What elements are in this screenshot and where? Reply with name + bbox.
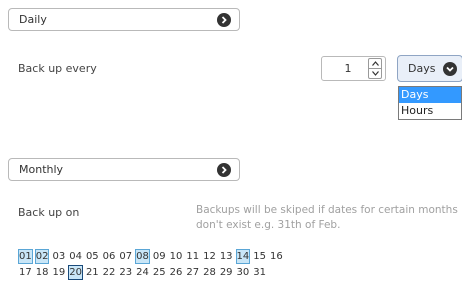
daily-frequency-value: Daily (19, 13, 47, 26)
day-option-31[interactable]: 31 (252, 265, 267, 280)
up-down-arrows-icon[interactable] (368, 58, 382, 79)
chevron-right-circle-icon (217, 162, 231, 177)
interval-unit-dropdown: Days Hours (398, 86, 462, 120)
decrement-arrow-icon[interactable] (369, 68, 381, 78)
day-option-16[interactable]: 16 (269, 249, 284, 264)
day-option-08[interactable]: 08 (135, 249, 150, 264)
day-option-15[interactable]: 15 (252, 249, 267, 264)
day-option-23[interactable]: 23 (118, 265, 133, 280)
monthly-frequency-value: Monthly (19, 163, 64, 176)
day-row: 17 18 19 20 21 22 23 24 25 26 27 28 29 30 31 (18, 265, 338, 281)
day-option-28[interactable]: 28 (202, 265, 217, 280)
day-option-06[interactable]: 06 (102, 249, 117, 264)
day-option-27[interactable]: 27 (185, 265, 200, 280)
day-option-02[interactable]: 02 (34, 249, 50, 264)
day-option-30[interactable]: 30 (236, 265, 251, 280)
day-option-10[interactable]: 10 (169, 249, 184, 264)
day-option-04[interactable]: 04 (68, 249, 83, 264)
monthly-hint-text: Backups will be skiped if dates for cert… (196, 203, 462, 233)
back-up-on-label: Back up on (18, 206, 80, 219)
day-option-09[interactable]: 09 (152, 249, 167, 264)
day-option-14[interactable]: 14 (235, 249, 251, 264)
chevron-down-circle-icon (443, 61, 457, 76)
day-option-12[interactable]: 12 (202, 249, 217, 264)
increment-arrow-icon[interactable] (369, 59, 381, 68)
interval-unit-select[interactable]: Days (397, 55, 462, 82)
day-option-22[interactable]: 22 (102, 265, 117, 280)
hint-line-2: don't exist e.g. 31th of Feb. (196, 219, 341, 231)
day-row: 01 02 03 04 05 06 07 08 09 10 11 12 13 14 15 16 (18, 249, 338, 265)
day-of-month-picker: 01 02 03 04 05 06 07 08 09 10 11 12 13 14 15 16 17 18 19 20… (18, 249, 338, 281)
day-option-24[interactable]: 24 (135, 265, 150, 280)
day-option-05[interactable]: 05 (85, 249, 100, 264)
day-option-25[interactable]: 25 (152, 265, 167, 280)
day-option-13[interactable]: 13 (219, 249, 234, 264)
day-option-03[interactable]: 03 (51, 249, 66, 264)
day-option-01[interactable]: 01 (18, 249, 33, 264)
daily-frequency-select[interactable]: Daily (8, 8, 240, 31)
hint-line-1: Backups will be skiped if dates for cert… (196, 204, 458, 216)
chevron-right-circle-icon (217, 12, 231, 27)
interval-value: 1 (344, 62, 352, 75)
day-option-17[interactable]: 17 (18, 265, 33, 280)
back-up-every-label: Back up every (18, 62, 97, 75)
day-option-29[interactable]: 29 (219, 265, 234, 280)
unit-option-days[interactable]: Days (399, 87, 461, 103)
day-option-21[interactable]: 21 (85, 265, 100, 280)
interval-stepper[interactable]: 1 (321, 56, 386, 81)
monthly-frequency-select[interactable]: Monthly (8, 158, 240, 181)
day-option-26[interactable]: 26 (169, 265, 184, 280)
unit-option-hours[interactable]: Hours (399, 103, 461, 119)
day-option-18[interactable]: 18 (35, 265, 50, 280)
day-option-20[interactable]: 20 (68, 265, 83, 280)
day-option-07[interactable]: 07 (118, 249, 133, 264)
day-option-11[interactable]: 11 (185, 249, 200, 264)
interval-unit-value: Days (408, 62, 436, 75)
day-option-19[interactable]: 19 (51, 265, 66, 280)
